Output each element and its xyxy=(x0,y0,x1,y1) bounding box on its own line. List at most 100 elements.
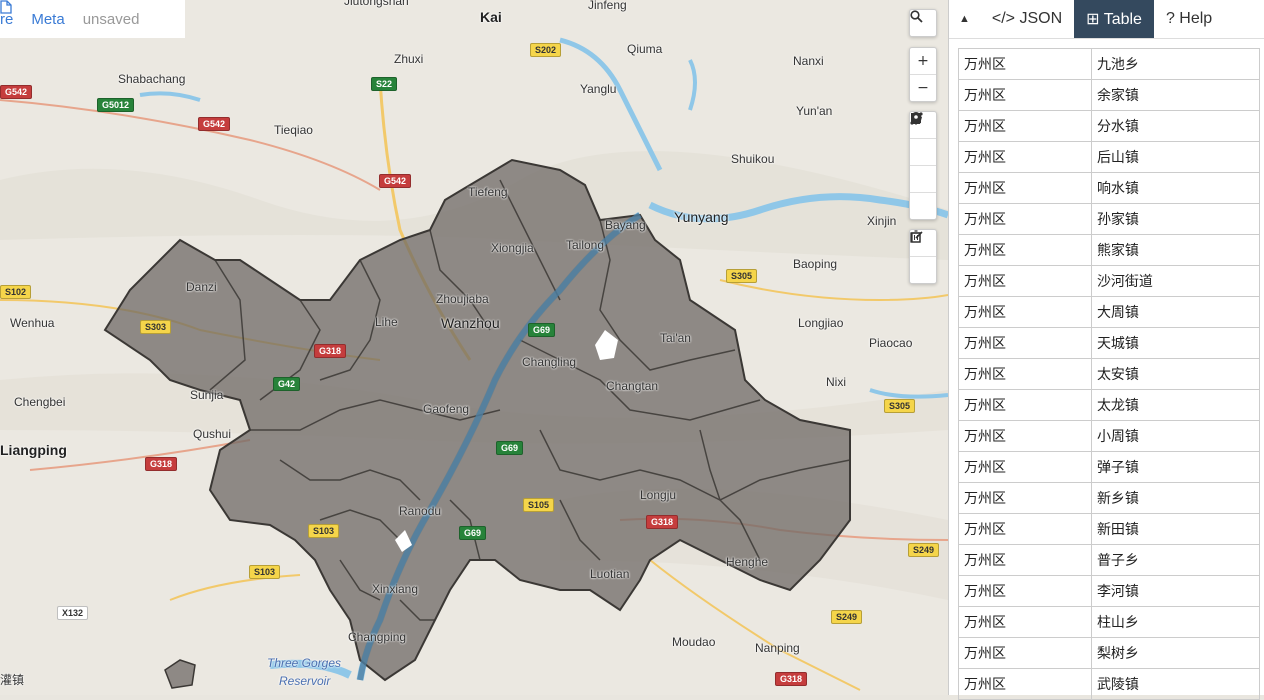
map-view[interactable]: Jiutongshan Kai Jinfeng Zhuxi Shabachang… xyxy=(0,0,948,695)
tab-help[interactable]: ? Help xyxy=(1154,0,1224,38)
place-label: Gaofeng xyxy=(423,402,470,416)
place-label: Bayang xyxy=(605,218,646,232)
district-cell[interactable]: 万州区 xyxy=(958,389,1092,421)
township-cell[interactable]: 熊家镇 xyxy=(1090,234,1261,266)
table-row[interactable]: 万州区 分水镇 xyxy=(958,110,1261,142)
road-shield: G542 xyxy=(198,117,231,131)
township-cell[interactable]: 弹子镇 xyxy=(1090,451,1261,483)
table-row[interactable]: 万州区 九池乡 xyxy=(958,48,1261,80)
delete-layers-button[interactable] xyxy=(910,230,936,283)
district-cell[interactable]: 万州区 xyxy=(958,110,1092,142)
table-row[interactable]: 万州区 熊家镇 xyxy=(958,234,1261,266)
table-row[interactable]: 万州区 太龙镇 xyxy=(958,389,1261,421)
table-row[interactable]: 万州区 太安镇 xyxy=(958,358,1261,390)
district-cell[interactable]: 万州区 xyxy=(958,79,1092,111)
place-label: Tieqiao xyxy=(274,123,313,137)
township-cell[interactable]: 梨树乡 xyxy=(1090,637,1261,669)
table-row[interactable]: 万州区 普子乡 xyxy=(958,544,1261,576)
table-row[interactable]: 万州区 余家镇 xyxy=(958,79,1261,111)
township-cell[interactable]: 柱山乡 xyxy=(1090,606,1261,638)
township-cell[interactable]: 新田镇 xyxy=(1090,513,1261,545)
district-cell[interactable]: 万州区 xyxy=(958,544,1092,576)
draw-polygon-button[interactable] xyxy=(910,113,936,165)
table-row[interactable]: 万州区 弹子镇 xyxy=(958,451,1261,483)
road-shield: G318 xyxy=(314,344,347,358)
place-label: Xinjin xyxy=(867,214,897,228)
search-control[interactable] xyxy=(909,9,937,37)
district-cell[interactable]: 万州区 xyxy=(958,48,1092,80)
tab-table[interactable]: ⊞ Table xyxy=(1074,0,1154,38)
table-row[interactable]: 万州区 大周镇 xyxy=(958,296,1261,328)
district-cell[interactable]: 万州区 xyxy=(958,296,1092,328)
district-cell[interactable]: 万州区 xyxy=(958,513,1092,545)
place-label: Lihe xyxy=(375,315,398,329)
place-label: Chengbei xyxy=(14,395,66,409)
district-cell[interactable]: 万州区 xyxy=(958,606,1092,638)
district-cell[interactable]: 万州区 xyxy=(958,575,1092,607)
table-row[interactable]: 万州区 响水镇 xyxy=(958,172,1261,204)
search-button[interactable] xyxy=(910,10,936,36)
township-cell[interactable]: 分水镇 xyxy=(1090,110,1261,142)
road-shield: G42 xyxy=(273,377,301,391)
road-shield: G542 xyxy=(0,85,33,99)
district-cell[interactable]: 万州区 xyxy=(958,141,1092,173)
township-cell[interactable]: 太安镇 xyxy=(1090,358,1261,390)
district-cell[interactable]: 万州区 xyxy=(958,234,1092,266)
place-label: Tiefeng xyxy=(468,185,508,199)
district-cell[interactable]: 万州区 xyxy=(958,482,1092,514)
road-shield: G542 xyxy=(379,174,412,188)
road-shield: S303 xyxy=(140,320,172,334)
road-shield: G69 xyxy=(496,441,524,455)
district-cell[interactable]: 万州区 xyxy=(958,203,1092,235)
township-cell[interactable]: 后山镇 xyxy=(1090,141,1261,173)
township-cell[interactable]: 新乡镇 xyxy=(1090,482,1261,514)
district-cell[interactable]: 万州区 xyxy=(958,327,1092,359)
township-cell[interactable]: 大周镇 xyxy=(1090,296,1261,328)
table-row[interactable]: 万州区 新乡镇 xyxy=(958,482,1261,514)
township-cell[interactable]: 小周镇 xyxy=(1090,420,1261,452)
place-label: Kai xyxy=(480,9,502,25)
table-row[interactable]: 万州区 新田镇 xyxy=(958,513,1261,545)
district-cell[interactable]: 万州区 xyxy=(958,358,1092,390)
township-cell[interactable]: 余家镇 xyxy=(1090,79,1261,111)
table-row[interactable]: 万州区 沙河街道 xyxy=(958,265,1261,297)
road-shield: G318 xyxy=(775,672,808,686)
road-shield: S249 xyxy=(908,543,940,557)
township-cell[interactable]: 李河镇 xyxy=(1090,575,1261,607)
draw-marker-button[interactable] xyxy=(910,112,936,219)
table-row[interactable]: 万州区 孙家镇 xyxy=(958,203,1261,235)
township-cell[interactable]: 普子乡 xyxy=(1090,544,1261,576)
tab-json[interactable]: </> JSON xyxy=(980,0,1074,38)
table-row[interactable]: 万州区 梨树乡 xyxy=(958,637,1261,669)
place-label: Nixi xyxy=(826,375,846,389)
district-cell[interactable]: 万州区 xyxy=(958,451,1092,483)
zoom-in-button[interactable]: + xyxy=(910,48,936,74)
district-cell[interactable]: 万州区 xyxy=(958,637,1092,669)
zoom-out-button[interactable]: − xyxy=(910,74,936,101)
draw-rectangle-button[interactable] xyxy=(910,113,936,192)
township-cell[interactable]: 太龙镇 xyxy=(1090,389,1261,421)
township-cell[interactable]: 九池乡 xyxy=(1090,48,1261,80)
collapse-toggle[interactable]: ▲ xyxy=(949,0,980,38)
unsaved-status: unsaved xyxy=(0,0,158,28)
table-row[interactable]: 万州区 柱山乡 xyxy=(958,606,1261,638)
place-label: 灌镇 xyxy=(0,673,25,687)
place-label: Piaocao xyxy=(869,336,913,350)
township-cell[interactable]: 孙家镇 xyxy=(1090,203,1261,235)
district-cell[interactable]: 万州区 xyxy=(958,265,1092,297)
place-label: Shabachang xyxy=(118,72,186,86)
place-label: Longjiao xyxy=(798,316,844,330)
place-label: Henghe xyxy=(726,555,769,569)
township-cell[interactable]: 响水镇 xyxy=(1090,172,1261,204)
district-cell[interactable]: 万州区 xyxy=(958,420,1092,452)
table-row[interactable]: 万州区 天城镇 xyxy=(958,327,1261,359)
township-cell[interactable]: 沙河街道 xyxy=(1090,265,1261,297)
tab-meta[interactable]: Meta xyxy=(31,11,64,28)
table-row[interactable]: 万州区 小周镇 xyxy=(958,420,1261,452)
table-row[interactable]: 万州区 李河镇 xyxy=(958,575,1261,607)
district-cell[interactable]: 万州区 xyxy=(958,172,1092,204)
township-cell[interactable]: 天城镇 xyxy=(1090,327,1261,359)
road-shield: S202 xyxy=(530,43,562,57)
place-label: Tai'an xyxy=(660,331,691,345)
table-row[interactable]: 万州区 后山镇 xyxy=(958,141,1261,173)
